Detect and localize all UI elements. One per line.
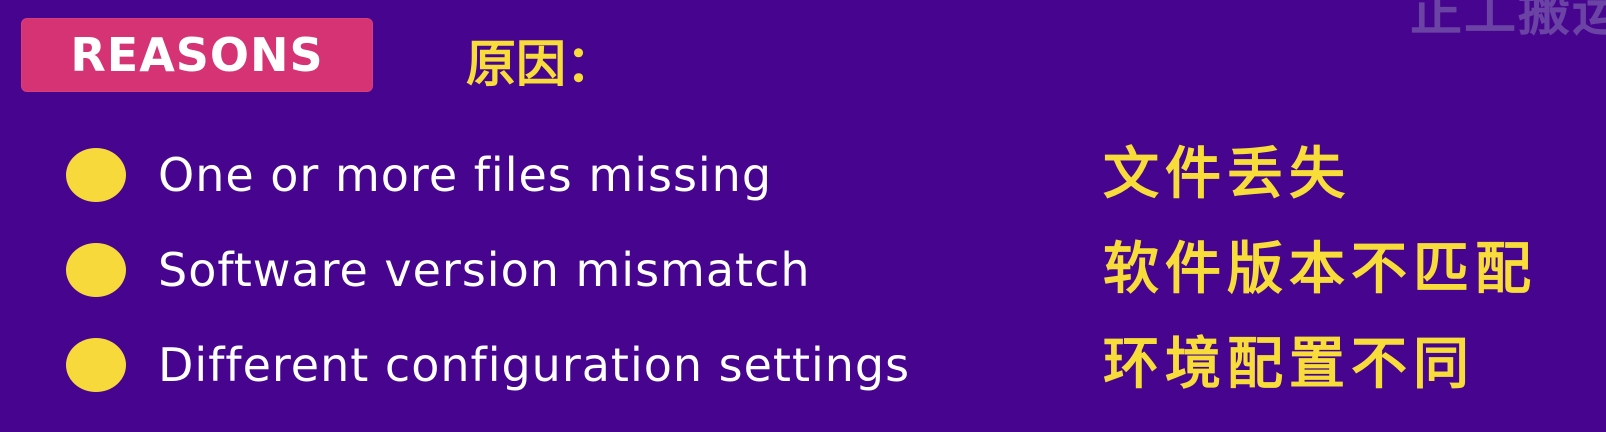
slide: 正工搬运 REASONS 原因： One or more files missi… <box>0 0 1606 432</box>
bullet-dot-icon <box>66 148 126 202</box>
watermark: 正工搬运 <box>1410 0 1606 43</box>
reason-english-text: One or more files missing <box>158 148 773 202</box>
bullet-dot-icon <box>66 338 126 392</box>
reason-chinese-text: 文件丢失 <box>1103 142 1351 207</box>
list-item: One or more files missing 文件丢失 <box>0 138 1606 218</box>
header-chinese-title: 原因： <box>466 35 616 93</box>
reasons-badge: REASONS <box>21 18 373 92</box>
list-item: Different configuration settings 环境配置不同 <box>0 328 1606 408</box>
list-item: Software version mismatch 软件版本不匹配 <box>0 233 1606 313</box>
reasons-badge-label: REASONS <box>70 28 324 82</box>
reason-english-text: Different configuration settings <box>158 338 911 392</box>
bullet-dot-icon <box>66 243 126 297</box>
reason-english-text: Software version mismatch <box>158 243 811 297</box>
reason-chinese-text: 软件版本不匹配 <box>1103 237 1537 302</box>
reason-chinese-text: 环境配置不同 <box>1103 332 1475 397</box>
